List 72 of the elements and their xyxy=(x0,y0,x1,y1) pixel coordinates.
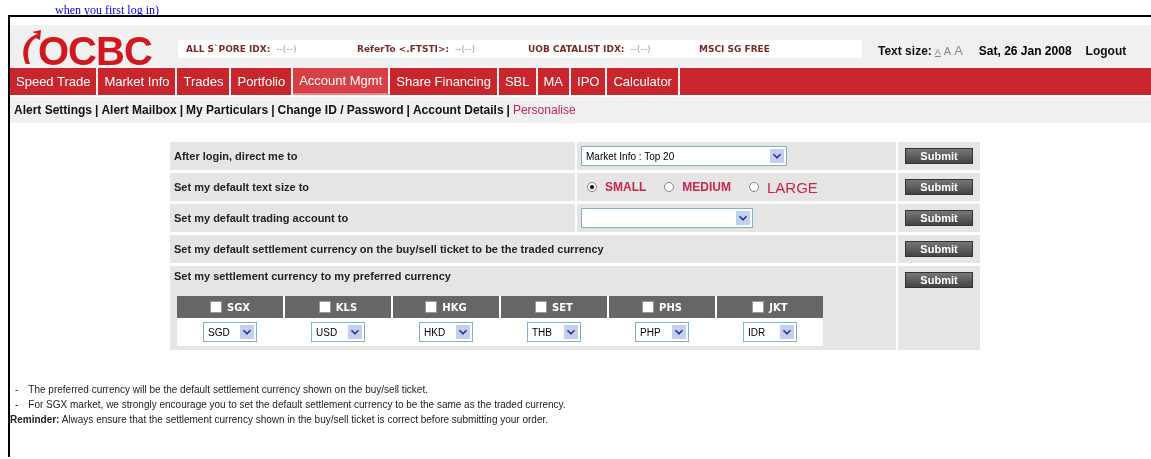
nav-tab[interactable]: IPO xyxy=(571,68,608,95)
nav-tab[interactable]: Market Info xyxy=(98,68,178,95)
subnav-link[interactable]: Personalise xyxy=(512,103,576,117)
nav-tab[interactable]: SBL xyxy=(498,68,538,95)
bullet-text: - xyxy=(15,384,19,395)
text-size-label: Text size: xyxy=(878,44,932,58)
submit-button[interactable]: Submit xyxy=(905,210,973,226)
currency-select[interactable]: IDR xyxy=(743,322,797,342)
submit-button[interactable]: Submit xyxy=(905,241,973,257)
note-text: The preferred currency will be the default settlement currency shown on the buy/sell ticket. xyxy=(28,384,428,395)
setting-label: Set my settlement currency to my preferred currency xyxy=(174,270,452,282)
logo-text: OCBC xyxy=(38,34,152,68)
checkbox[interactable] xyxy=(535,301,548,313)
currency-select[interactable]: USD xyxy=(311,322,365,342)
separator-text: | xyxy=(271,103,275,117)
radio-button[interactable] xyxy=(587,182,597,192)
submit-button[interactable]: Submit xyxy=(905,148,973,164)
market-label: SGX xyxy=(226,301,251,313)
subnav-link[interactable]: Account Details xyxy=(412,103,504,117)
caption-text: when you first log in) xyxy=(55,3,159,18)
checkbox[interactable] xyxy=(642,301,655,313)
ticker-value: --(--) xyxy=(630,44,651,54)
currency-select[interactable]: HKD xyxy=(419,322,473,342)
nav-tab[interactable]: Speed Trade xyxy=(10,68,99,95)
checkbox[interactable] xyxy=(425,301,438,313)
currency-select[interactable]: PHP xyxy=(635,322,689,342)
subnav-link[interactable]: Alert Mailbox xyxy=(101,103,177,117)
market-label: KLS xyxy=(335,301,358,313)
ticker-label: ReferTo <.FTSTI>: xyxy=(357,44,450,54)
bullet-text: - xyxy=(15,399,19,410)
nav-tab[interactable]: Trades xyxy=(177,68,232,95)
radio-label: LARGE xyxy=(767,178,818,196)
market-label: HKG xyxy=(442,301,467,313)
separator-text: | xyxy=(506,103,510,117)
ticker-label: ALL S`PORE IDX: xyxy=(186,44,271,54)
dropdown-select[interactable]: Market Info : Top 20 xyxy=(581,146,787,166)
setting-label: After login, direct me to xyxy=(174,150,298,162)
setting-label: Set my default trading account to xyxy=(174,212,349,224)
checkbox[interactable] xyxy=(318,301,331,313)
ticker-label: UOB CATALIST IDX: xyxy=(528,44,625,54)
subnav-link[interactable]: Alert Settings xyxy=(14,103,92,117)
nav-tab[interactable]: Share Financing xyxy=(390,68,499,95)
setting-label: Set my default text size to xyxy=(174,181,310,193)
market-label: JKT xyxy=(769,301,788,313)
nav-tab[interactable]: Account Mgmt xyxy=(293,68,391,95)
checkbox[interactable] xyxy=(752,301,765,313)
ticker-value: --(--) xyxy=(455,44,476,54)
ticker-label: MSCI SG FREE xyxy=(699,44,770,54)
separator-text: | xyxy=(179,103,184,117)
radio-button[interactable] xyxy=(749,182,759,192)
currency-select[interactable]: THB xyxy=(527,322,581,342)
submit-button[interactable]: Submit xyxy=(905,179,973,195)
ticker-value: --(--) xyxy=(276,44,297,54)
radio-label: MEDIUM xyxy=(682,180,731,194)
market-label: PHS xyxy=(659,301,682,313)
currency-select[interactable]: SGD xyxy=(203,322,257,342)
subnav-link[interactable]: My Particulars xyxy=(186,103,269,117)
subnav-link[interactable]: Change ID / Password xyxy=(277,103,404,117)
separator-text: | xyxy=(406,103,410,117)
radio-label: SMALL xyxy=(605,180,647,194)
submit-button[interactable]: Submit xyxy=(905,272,973,288)
note-text: For SGX market, we strongly encourage you to set the default settlement currency to be the same as the traded currency. xyxy=(28,399,566,410)
reminder-text: Reminder: Always ensure that the settlement currency shown in the buy/sell ticket is correct before submitting your order. xyxy=(10,414,550,425)
logout-link[interactable]: Logout xyxy=(1085,44,1127,58)
market-label: SET xyxy=(552,301,573,313)
date-text: Sat, 26 Jan 2008 xyxy=(978,44,1072,58)
separator-text: | xyxy=(95,103,99,117)
radio-button[interactable] xyxy=(664,182,675,192)
setting-label: Set my default settlement currency on the buy/sell ticket to be the traded currency xyxy=(174,243,604,255)
checkbox[interactable] xyxy=(209,301,222,313)
nav-tab[interactable]: Calculator xyxy=(607,68,680,95)
nav-tab[interactable]: MA xyxy=(537,68,571,95)
